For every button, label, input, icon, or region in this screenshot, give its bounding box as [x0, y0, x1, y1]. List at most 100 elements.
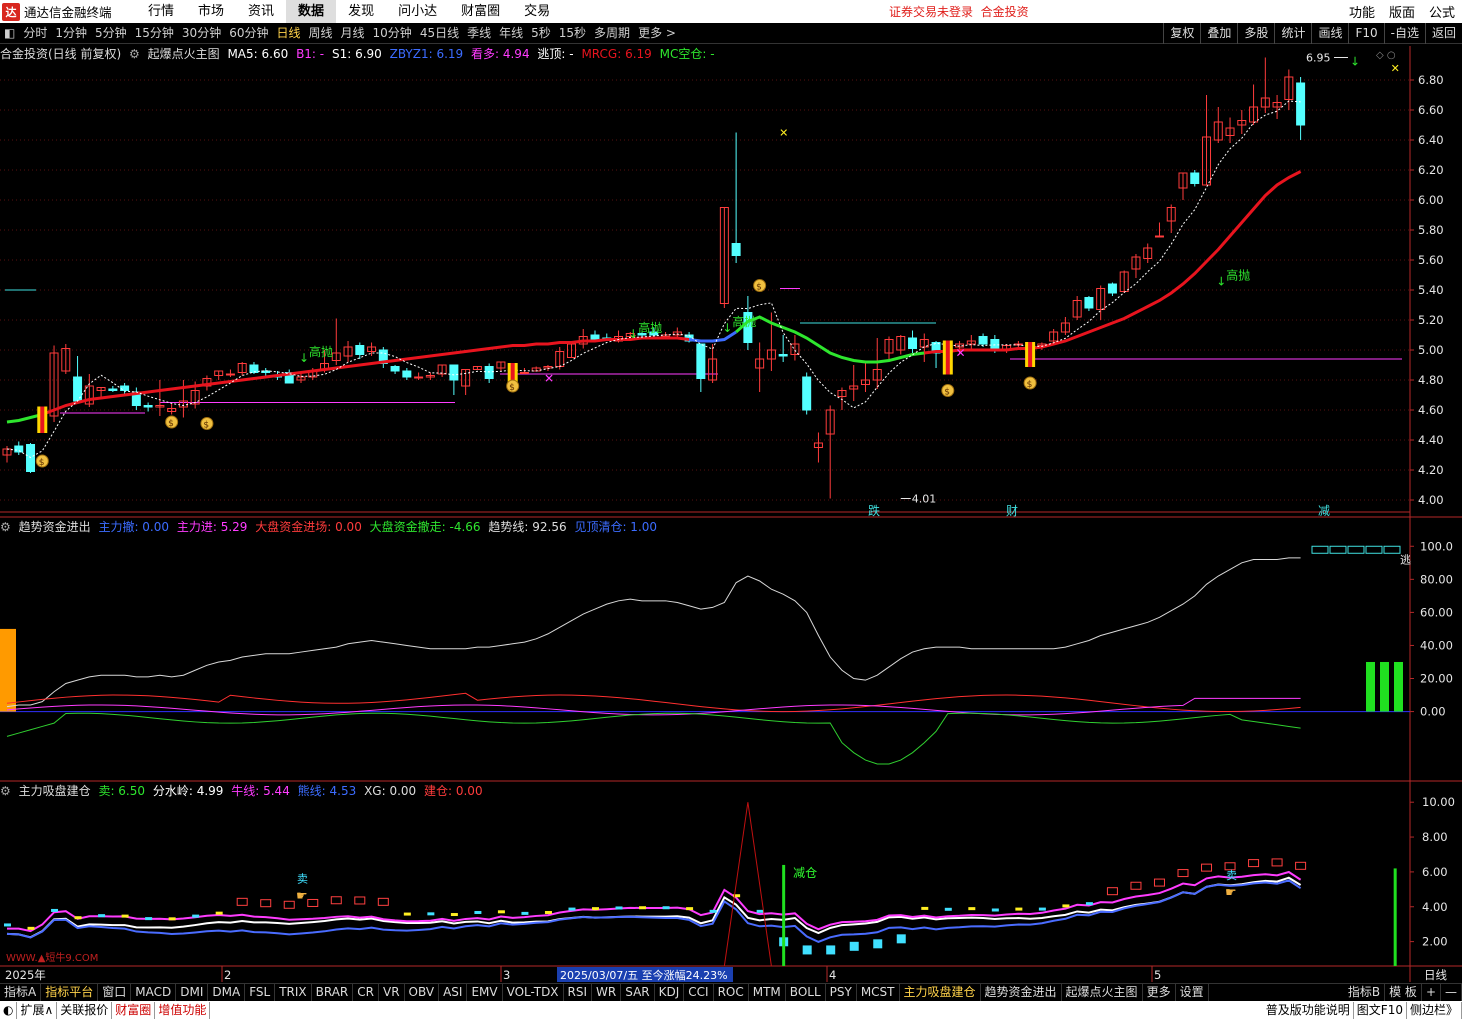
xipan-dash [686, 907, 694, 911]
main-settings-icon[interactable]: ⚙ [129, 47, 140, 61]
bot-settings-icon[interactable]: ⚙ [0, 784, 11, 798]
mrcg-value: MRCG: 6.19 [581, 47, 652, 61]
xipan-dash [568, 907, 576, 911]
xipan-dash [968, 907, 976, 911]
indicator-tab[interactable]: MTM [749, 984, 786, 1001]
indicator-tab[interactable]: 起爆点火主图 [1062, 984, 1143, 1001]
top-warning-icon: ✕ [779, 127, 788, 140]
candle-body [802, 376, 812, 411]
tao-label: 逃 [1400, 553, 1411, 566]
candle-body [1084, 297, 1094, 309]
zhuli-jin-bar [0, 628, 16, 712]
indicator-tab[interactable]: VOL-TDX [503, 984, 564, 1001]
zhuli-che-value: 主力撤: 0.00 [98, 520, 170, 534]
candle-body [908, 337, 918, 349]
footer-f10[interactable]: 图文F10 [1354, 1002, 1407, 1019]
xipan-dash [98, 914, 106, 918]
indicator-tab[interactable]: FSL [245, 984, 276, 1001]
main-indicator-name[interactable]: 起爆点火主图 [148, 47, 220, 61]
xiongxian-value: 熊线: 4.53 [297, 784, 357, 798]
indicator-tab-right[interactable]: + [1422, 984, 1441, 1001]
qushi-line [6, 557, 1301, 708]
indicator-tab[interactable]: 指标平台 [41, 984, 99, 1001]
indicator-tab[interactable]: ROC [714, 984, 749, 1001]
footer-sidebar[interactable]: 侧边栏》 [1407, 1002, 1462, 1019]
indicator-tab[interactable]: OBV [405, 984, 440, 1001]
indicator-tab[interactable]: BOLL [786, 984, 826, 1001]
sell-hand-icon: ☛ [296, 889, 308, 904]
indicator-tab-right[interactable]: 指标B [1344, 984, 1386, 1001]
indicator-tab[interactable]: DMI [176, 984, 209, 1001]
indicator-tabs-right: 指标B 模 板 + — [1344, 984, 1462, 1001]
xipan-dash [450, 913, 458, 917]
indicator-tab[interactable]: 主力吸盘建仓 [900, 984, 981, 1001]
indicator-tab[interactable]: ASI [439, 984, 468, 1001]
jianding-value: 见顶清仓: 1.00 [574, 520, 658, 534]
indicator-tab[interactable]: DMA [208, 984, 246, 1001]
indicator-tab[interactable]: 窗口 [98, 984, 132, 1001]
mid-panel-title[interactable]: 趋势资金进出 [19, 520, 91, 534]
indicator-tab[interactable]: CR [353, 984, 379, 1001]
mid-settings-icon[interactable]: ⚙ [0, 520, 11, 534]
qibao-signal-bar [40, 406, 45, 433]
indicator-tab[interactable]: 指标A [0, 984, 42, 1001]
indicator-tab[interactable]: EMV [467, 984, 503, 1001]
candle-body [696, 343, 706, 379]
indicator-tab[interactable]: KDJ [655, 984, 685, 1001]
xipan-dash [403, 912, 411, 916]
main-tick-label: 4.20 [1418, 463, 1444, 477]
gaopao-label: 高抛 [638, 320, 662, 335]
footer-toggle-icon[interactable]: ◐ [0, 1002, 18, 1019]
qibao-signal-bar [510, 363, 515, 382]
footer-kuozhan[interactable]: 扩展∧ [17, 1002, 58, 1019]
xipan-box [307, 898, 319, 907]
indicator-tab[interactable]: 趋势资金进出 [981, 984, 1062, 1001]
xipan-box [377, 897, 389, 906]
bot-tick-label: 4.00 [1422, 900, 1448, 914]
candle-body [1107, 283, 1117, 294]
indicator-tab[interactable]: BRAR [312, 984, 354, 1001]
indicator-tab[interactable]: CCI [684, 984, 714, 1001]
indicator-tab[interactable]: WR [592, 984, 622, 1001]
money-bag-glyph: $ [168, 419, 174, 429]
s1-value: S1: 6.90 [331, 47, 382, 61]
indicator-tab[interactable]: MCST [857, 984, 900, 1001]
footer-guanlian[interactable]: 关联报价 [57, 1002, 113, 1019]
qingcang-box [1347, 545, 1365, 554]
die-label: 跌 [868, 503, 880, 518]
indicator-tab[interactable]: TRIX [275, 984, 312, 1001]
footer-zengzhi[interactable]: 增值功能 [155, 1002, 211, 1019]
jian-label: 减 [1318, 504, 1330, 518]
bot-panel-title[interactable]: 主力吸盘建仓 [19, 784, 91, 798]
xipan-box [1177, 869, 1189, 878]
xipan-dash [991, 908, 999, 912]
indicator-tab-right[interactable]: 模 板 [1385, 984, 1422, 1001]
xipan-box [1153, 878, 1165, 887]
indicator-tab[interactable]: VR [379, 984, 405, 1001]
app-window: 达 通达信金融终端 行情 市场 资讯 数据 发现 问小达 财富圈 交易 证券交易… [0, 0, 1462, 1020]
dapan-che-line [6, 712, 1301, 765]
bot-status-line: ⚙ 主力吸盘建仓 卖: 6.50 分水岭: 4.99 牛线: 5.44 熊线: … [0, 783, 487, 799]
candle-body [1190, 172, 1200, 184]
indicator-tab[interactable]: MACD [131, 984, 177, 1001]
period-label: 日线 [1424, 968, 1447, 982]
indicator-tab[interactable]: RSI [564, 984, 593, 1001]
xipan-box [1248, 859, 1260, 868]
indicator-tab[interactable]: 更多 [1143, 984, 1176, 1001]
indicator-tab[interactable]: SAR [621, 984, 655, 1001]
footer-shuoming[interactable]: 普及版功能说明 [1263, 1002, 1354, 1019]
candle-body [249, 364, 259, 373]
taoding-value: 逃顶: - [537, 47, 574, 61]
year-label: 2025年 [5, 968, 46, 982]
indicator-tab-right[interactable]: — [1441, 984, 1462, 1001]
chart-canvas[interactable]: 6.80 6.60 6.40 6.20 6.00 5.80 5.60 5.40 5.20 5.00… [0, 0, 1462, 1020]
candle-body [778, 354, 788, 357]
footer-caifuquan[interactable]: 财富圈 [112, 1002, 156, 1019]
xipan-dash [756, 909, 764, 913]
sell-arrow-icon: ↓ [1350, 55, 1360, 69]
candle-body [1296, 82, 1306, 126]
indicator-tab[interactable]: 设置 [1176, 984, 1209, 1001]
indicator-tab[interactable]: PSY [826, 984, 857, 1001]
xipan-dash [639, 906, 647, 910]
xipan-dash [1038, 907, 1046, 911]
